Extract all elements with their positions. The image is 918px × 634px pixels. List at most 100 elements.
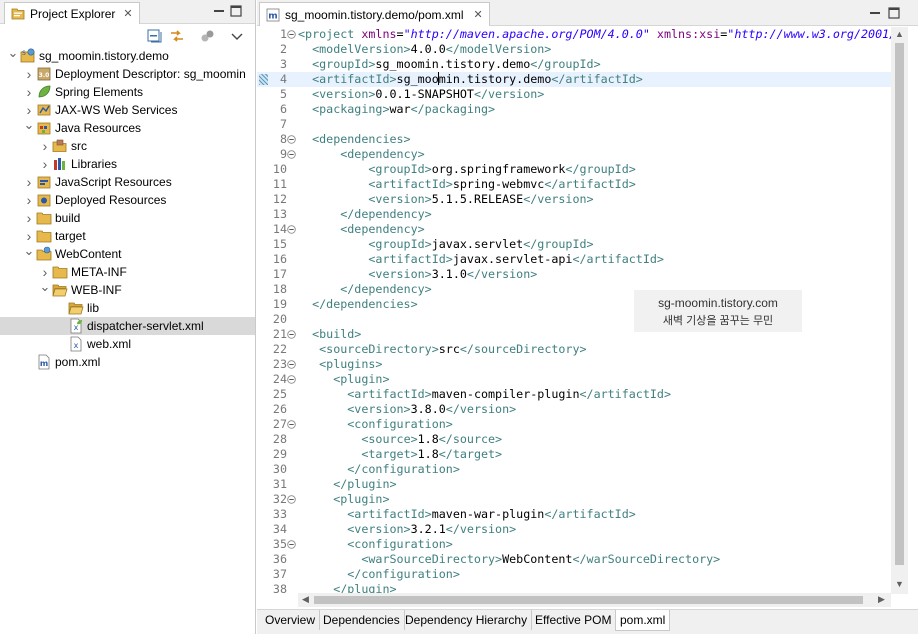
code-line[interactable]: 11 <artifactId>spring-webmvc</artifactId…	[257, 177, 891, 192]
close-icon[interactable]: ✕	[474, 8, 483, 21]
expanded-chevron-icon[interactable]: ⌄	[40, 281, 51, 296]
code-line[interactable]: 15 <groupId>javax.servlet</groupId>	[257, 237, 891, 252]
code-line[interactable]: 32 <plugin>	[257, 492, 891, 507]
fold-collapse-icon[interactable]	[287, 540, 296, 549]
collapsed-chevron-icon[interactable]: ›	[40, 137, 50, 155]
tab-overview[interactable]: Overview	[261, 610, 321, 630]
code-line[interactable]: 5 <version>0.0.1-SNAPSHOT</version>	[257, 87, 891, 102]
code-line[interactable]: 10 <groupId>org.springframework</groupId…	[257, 162, 891, 177]
expanded-chevron-icon[interactable]: ⌄	[24, 245, 35, 260]
fold-collapse-icon[interactable]	[287, 225, 296, 234]
minimize-icon[interactable]	[213, 5, 225, 17]
tree-item[interactable]: › build	[0, 209, 255, 227]
code-line[interactable]: 30 </configuration>	[257, 462, 891, 477]
tree-item[interactable]: ⌄ Java Resources	[0, 119, 255, 137]
scrollbar-thumb[interactable]	[314, 596, 863, 604]
code-line[interactable]: 1 <project xmlns="http://maven.apache.org…	[257, 27, 891, 42]
code-line[interactable]: 4 <artifactId>sg_moomin.tistory.demo</ar…	[257, 72, 891, 87]
code-line[interactable]: 28 <source>1.8</source>	[257, 432, 891, 447]
code-line[interactable]: 7	[257, 117, 891, 132]
collapsed-chevron-icon[interactable]: ›	[24, 191, 34, 209]
tree-item[interactable]: lib	[0, 299, 255, 317]
collapsed-chevron-icon[interactable]: ›	[24, 101, 34, 119]
code-line[interactable]: 6 <packaging>war</packaging>	[257, 102, 891, 117]
tree-item[interactable]: › META-INF	[0, 263, 255, 281]
collapsed-chevron-icon[interactable]: ›	[40, 155, 50, 173]
fold-collapse-icon[interactable]	[287, 375, 296, 384]
fold-collapse-icon[interactable]	[287, 360, 296, 369]
code-line[interactable]: 25 <artifactId>maven-compiler-plugin</ar…	[257, 387, 891, 402]
tab-pom-xml[interactable]: m sg_moomin.tistory.demo/pom.xml ✕	[259, 2, 490, 26]
code-line[interactable]: 16 <artifactId>javax.servlet-api</artifa…	[257, 252, 891, 267]
code-line[interactable]: 31 </plugin>	[257, 477, 891, 492]
minimize-icon[interactable]	[869, 7, 881, 19]
tree-item[interactable]: › Spring Elements	[0, 83, 255, 101]
tree-item[interactable]: ⌄ WEB-INF	[0, 281, 255, 299]
tab-effective-pom[interactable]: Effective POM	[531, 610, 617, 630]
collapsed-chevron-icon[interactable]: ›	[24, 227, 34, 245]
fold-collapse-icon[interactable]	[287, 135, 296, 144]
code-line[interactable]: 23 <plugins>	[257, 357, 891, 372]
focus-on-active-task-icon[interactable]	[200, 28, 216, 44]
collapsed-chevron-icon[interactable]: ›	[24, 83, 34, 101]
code-line[interactable]: 24 <plugin>	[257, 372, 891, 387]
code-line[interactable]: 13 </dependency>	[257, 207, 891, 222]
tree-item[interactable]: › Libraries	[0, 155, 255, 173]
tree-item[interactable]: ⌄ Ssg_moomin.tistory.demo	[0, 47, 255, 65]
tree-item[interactable]: › Deployed Resources	[0, 191, 255, 209]
collapsed-chevron-icon[interactable]: ›	[24, 65, 34, 83]
maximize-icon[interactable]	[888, 7, 900, 19]
scroll-down-icon[interactable]: ▼	[895, 579, 904, 589]
tab-pom-xml[interactable]: pom.xml	[615, 610, 671, 631]
collapse-all-icon[interactable]	[146, 28, 162, 44]
code-line[interactable]: 2 <modelVersion>4.0.0</modelVersion>	[257, 42, 891, 57]
fold-collapse-icon[interactable]	[287, 330, 296, 339]
code-line[interactable]: 33 <artifactId>maven-war-plugin</artifac…	[257, 507, 891, 522]
tree-item[interactable]: › 3.0 Deployment Descriptor: sg_moomin	[0, 65, 255, 83]
code-line[interactable]: 8 <dependencies>	[257, 132, 891, 147]
fold-collapse-icon[interactable]	[287, 495, 296, 504]
tree-item[interactable]: › JavaScript Resources	[0, 173, 255, 191]
code-line[interactable]: 9 <dependency>	[257, 147, 891, 162]
horizontal-scrollbar[interactable]: ◀ ▶	[298, 593, 891, 607]
code-line[interactable]: 17 <version>3.1.0</version>	[257, 267, 891, 282]
tree-item[interactable]: ⌄ WebContent	[0, 245, 255, 263]
code-line[interactable]: 34 <version>3.2.1</version>	[257, 522, 891, 537]
code-line[interactable]: 26 <version>3.8.0</version>	[257, 402, 891, 417]
code-line[interactable]: 22 <sourceDirectory>src</sourceDirectory…	[257, 342, 891, 357]
fold-collapse-icon[interactable]	[287, 30, 296, 39]
tree-item[interactable]: › src	[0, 137, 255, 155]
code-line[interactable]: 36 <warSourceDirectory>WebContent</warSo…	[257, 552, 891, 567]
code-line[interactable]: 27 <configuration>	[257, 417, 891, 432]
scroll-left-icon[interactable]: ◀	[302, 594, 309, 605]
tab-dependencies[interactable]: Dependencies	[319, 610, 405, 630]
collapsed-chevron-icon[interactable]: ›	[40, 263, 50, 281]
link-with-editor-icon[interactable]	[169, 28, 185, 44]
vertical-scrollbar[interactable]: ▲ ▼	[891, 27, 908, 594]
collapsed-chevron-icon[interactable]: ›	[24, 173, 34, 191]
code-line[interactable]: 12 <version>5.1.5.RELEASE</version>	[257, 192, 891, 207]
tree-item[interactable]: › target	[0, 227, 255, 245]
fold-collapse-icon[interactable]	[287, 150, 296, 159]
code-line[interactable]: 29 <target>1.8</target>	[257, 447, 891, 462]
code-line[interactable]: 35 <configuration>	[257, 537, 891, 552]
scroll-up-icon[interactable]: ▲	[895, 29, 904, 39]
maximize-icon[interactable]	[230, 5, 242, 17]
tree-item[interactable]: › JAX-WS Web Services	[0, 101, 255, 119]
scrollbar-thumb[interactable]	[895, 43, 904, 565]
tree-item[interactable]: x web.xml	[0, 335, 255, 353]
tab-dependency-hierarchy[interactable]: Dependency Hierarchy	[401, 610, 533, 630]
tree-item[interactable]: x dispatcher-servlet.xml	[0, 317, 255, 335]
code-line[interactable]: 14 <dependency>	[257, 222, 891, 237]
scroll-right-icon[interactable]: ▶	[878, 594, 885, 605]
expanded-chevron-icon[interactable]: ⌄	[8, 47, 19, 62]
code-line[interactable]: 3 <groupId>sg_moomin.tistory.demo</group…	[257, 57, 891, 72]
collapsed-chevron-icon[interactable]: ›	[24, 209, 34, 227]
fold-collapse-icon[interactable]	[287, 420, 296, 429]
tree-item[interactable]: m pom.xml	[0, 353, 255, 371]
code-line[interactable]: 37 </configuration>	[257, 567, 891, 582]
expanded-chevron-icon[interactable]: ⌄	[24, 119, 35, 134]
close-icon[interactable]: ✕	[123, 7, 132, 20]
view-menu-icon[interactable]	[229, 28, 245, 44]
tab-project-explorer[interactable]: Project Explorer ✕	[4, 2, 140, 24]
